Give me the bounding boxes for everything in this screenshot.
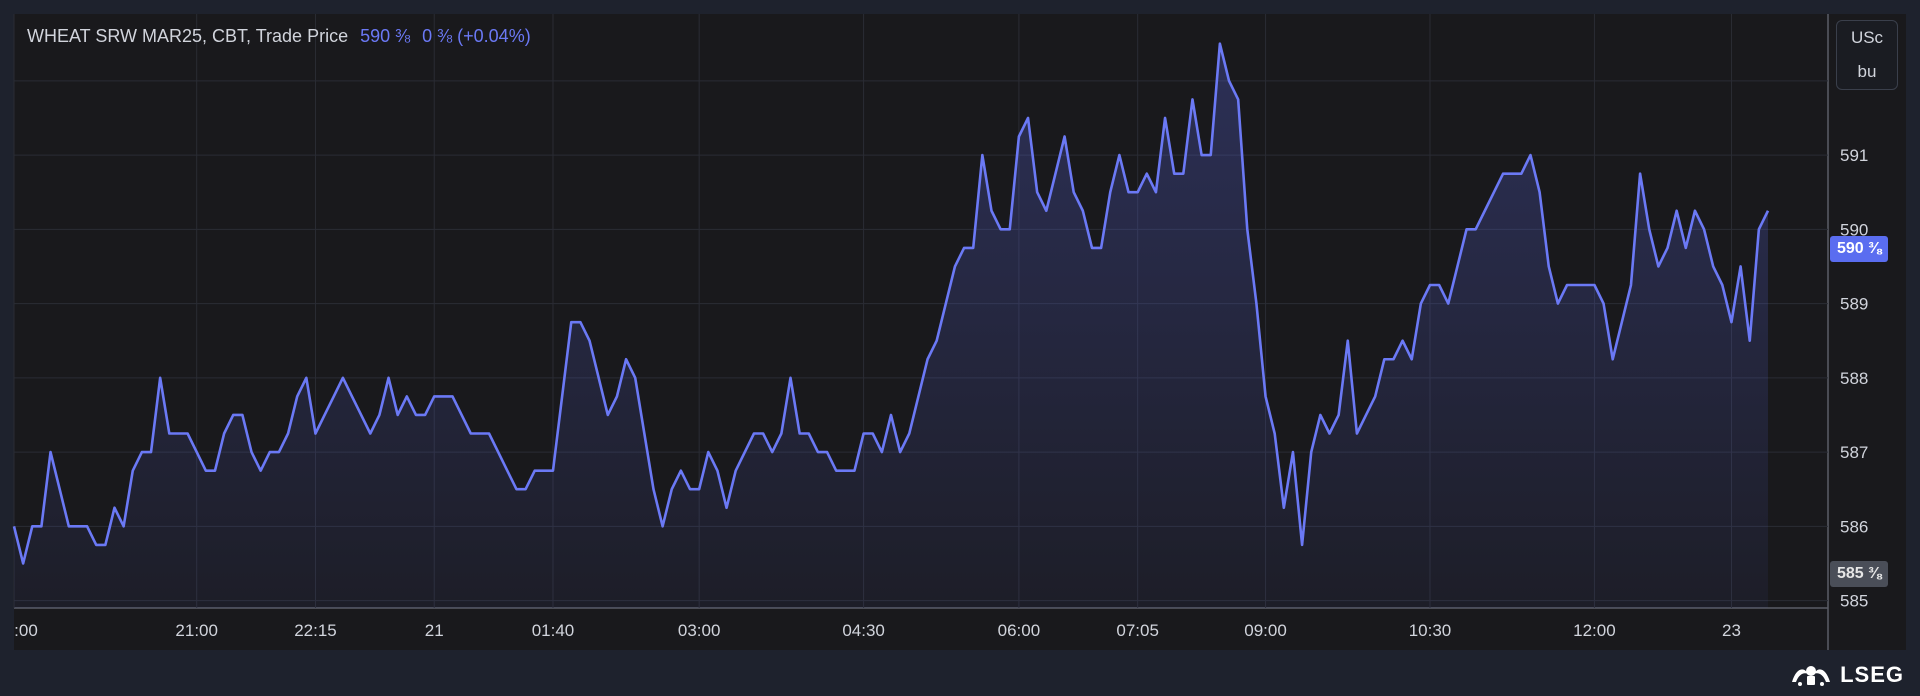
y-tick-label: 588 xyxy=(1840,369,1868,388)
x-tick-label: 04:30 xyxy=(842,621,885,640)
y-tick-label: 591 xyxy=(1840,146,1868,165)
last-price: 590 ⅜ xyxy=(360,26,411,46)
y-tick-label: 589 xyxy=(1840,295,1868,314)
x-tick-label: 07:05 xyxy=(1116,621,1159,640)
lseg-logo-icon xyxy=(1792,666,1831,686)
x-tick-label: 03:00 xyxy=(678,621,721,640)
unit-selector[interactable]: USc bu xyxy=(1836,20,1898,90)
x-tick-label: 22:15 xyxy=(294,621,337,640)
x-tick-label: 21:00 xyxy=(175,621,218,640)
instrument-name: WHEAT SRW MAR25, CBT, Trade Price xyxy=(27,26,349,46)
last-price-tag: 590 ⅜ xyxy=(1830,236,1889,262)
y-tick-label: 586 xyxy=(1840,517,1868,536)
x-tick-label: 21 xyxy=(425,621,444,640)
x-tick-label: 01:40 xyxy=(532,621,575,640)
chart-legend: WHEAT SRW MAR25, CBT, Trade Price 590 ⅜ … xyxy=(27,26,531,47)
x-tick-label: 09:00 xyxy=(1244,621,1287,640)
x-tick-label: 23 xyxy=(1722,621,1741,640)
y-tick-label: 585 xyxy=(1840,592,1868,611)
brand-name: LSEG xyxy=(1840,662,1904,687)
unit-measure: bu xyxy=(1857,62,1877,81)
x-tick-label: :00 xyxy=(14,621,38,640)
brand-logo: LSEG xyxy=(1790,662,1904,688)
price-change: 0 ⅜ (+0.04%) xyxy=(422,26,531,46)
unit-currency: USc xyxy=(1850,28,1884,47)
x-tick-label: 12:00 xyxy=(1573,621,1616,640)
price-chart[interactable]: 585586587588589590591592 :0021:0022:1521… xyxy=(0,0,1920,696)
y-tick-label: 587 xyxy=(1840,443,1868,462)
x-tick-label: 06:00 xyxy=(998,621,1041,640)
price-axis-background xyxy=(1828,14,1906,650)
low-price-tag: 585 ⅜ xyxy=(1830,561,1889,587)
x-tick-label: 10:30 xyxy=(1409,621,1452,640)
